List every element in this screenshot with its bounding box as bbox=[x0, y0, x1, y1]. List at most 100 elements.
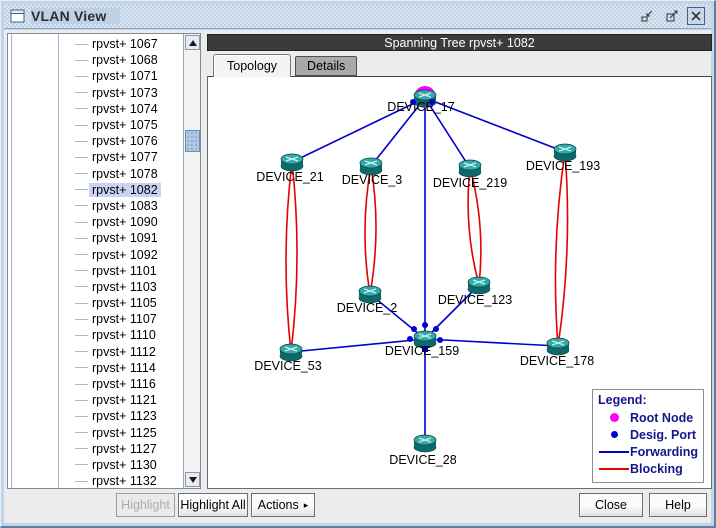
tree-item-rpvst-1082[interactable]: rpvst+ 1082 bbox=[8, 182, 183, 198]
tree-item-label: rpvst+ 1114 bbox=[89, 361, 159, 375]
tree-item-rpvst-1067[interactable]: rpvst+ 1067 bbox=[8, 36, 183, 52]
tree-item-label: rpvst+ 1076 bbox=[89, 134, 161, 148]
tree-item-label: rpvst+ 1101 bbox=[89, 264, 160, 278]
tree-connector bbox=[75, 157, 88, 158]
device-node-device_2[interactable]: DEVICE_2 bbox=[337, 286, 397, 315]
tree-item-rpvst-1112[interactable]: rpvst+ 1112 bbox=[8, 344, 183, 360]
legend-item-label: Root Node bbox=[630, 411, 693, 425]
window-icon bbox=[10, 9, 25, 24]
tree-item-rpvst-1092[interactable]: rpvst+ 1092 bbox=[8, 246, 183, 262]
tree-item-label: rpvst+ 1090 bbox=[89, 215, 161, 229]
help-button[interactable]: Help bbox=[649, 493, 707, 517]
tree-item-rpvst-1107[interactable]: rpvst+ 1107 bbox=[8, 311, 183, 327]
tree-item-rpvst-1075[interactable]: rpvst+ 1075 bbox=[8, 117, 183, 133]
device-node-device_123[interactable]: DEVICE_123 bbox=[438, 277, 512, 307]
blocking-link bbox=[558, 152, 568, 346]
tree-item-label: rpvst+ 1073 bbox=[89, 86, 161, 100]
scroll-up-button[interactable] bbox=[185, 35, 200, 50]
tree-item-rpvst-1132[interactable]: rpvst+ 1132 bbox=[8, 473, 183, 489]
device-label: DEVICE_17 bbox=[387, 100, 454, 114]
tree-item-rpvst-1090[interactable]: rpvst+ 1090 bbox=[8, 214, 183, 230]
designated-port-marker bbox=[411, 326, 417, 332]
device-node-device_193[interactable]: DEVICE_193 bbox=[526, 144, 600, 173]
designated-port-marker bbox=[433, 326, 439, 332]
actions-label: Actions bbox=[258, 498, 299, 512]
tree-item-rpvst-1076[interactable]: rpvst+ 1076 bbox=[8, 133, 183, 149]
tree-item-rpvst-1071[interactable]: rpvst+ 1071 bbox=[8, 68, 183, 84]
legend: Legend: Root NodeDesig. PortForwardingBl… bbox=[592, 389, 704, 483]
tree-item-label: rpvst+ 1075 bbox=[89, 118, 161, 132]
tree-item-label: rpvst+ 1078 bbox=[89, 167, 161, 181]
device-node-device_21[interactable]: DEVICE_21 bbox=[256, 154, 323, 184]
tree-item-label: rpvst+ 1091 bbox=[89, 231, 161, 245]
device-node-device_53[interactable]: DEVICE_53 bbox=[254, 344, 321, 373]
scroll-down-button[interactable] bbox=[185, 472, 200, 487]
device-node-device_17[interactable]: DEVICE_17 bbox=[387, 86, 454, 114]
titlebar[interactable]: VLAN View bbox=[4, 4, 711, 29]
highlight-button[interactable]: Highlight bbox=[116, 493, 175, 517]
device-node-device_3[interactable]: DEVICE_3 bbox=[342, 158, 402, 187]
tree-connector bbox=[75, 222, 88, 223]
tree-item-rpvst-1123[interactable]: rpvst+ 1123 bbox=[8, 408, 183, 424]
tree-item-rpvst-1077[interactable]: rpvst+ 1077 bbox=[8, 149, 183, 165]
tree-item-rpvst-1074[interactable]: rpvst+ 1074 bbox=[8, 101, 183, 117]
window-content: rpvst+ 1067rpvst+ 1068rpvst+ 1071 rpvst+ … bbox=[4, 30, 711, 523]
tree-item-label: rpvst+ 1110 bbox=[89, 328, 159, 342]
tree-connector bbox=[75, 303, 88, 304]
tree-item-rpvst-1091[interactable]: rpvst+ 1091 bbox=[8, 230, 183, 246]
tree-item-rpvst-1130[interactable]: rpvst+ 1130 bbox=[8, 457, 183, 473]
scrollbar-thumb[interactable] bbox=[185, 130, 200, 152]
device-label: DEVICE_21 bbox=[256, 170, 323, 184]
tree-item-rpvst-1127[interactable]: rpvst+ 1127 bbox=[8, 441, 183, 457]
tree-connector bbox=[75, 448, 88, 449]
device-node-device_159[interactable]: DEVICE_159 bbox=[385, 331, 459, 358]
tree-connector bbox=[75, 319, 88, 320]
tree-connector bbox=[75, 351, 88, 352]
tree-item-rpvst-1103[interactable]: rpvst+ 1103 bbox=[8, 279, 183, 295]
tree-item-rpvst-1116[interactable]: rpvst+ 1116 bbox=[8, 376, 183, 392]
legend-item-label: Blocking bbox=[630, 462, 683, 476]
tree-item-rpvst-1125[interactable]: rpvst+ 1125 bbox=[8, 425, 183, 441]
tree-item-rpvst-1114[interactable]: rpvst+ 1114 bbox=[8, 360, 183, 376]
tree-item-label: rpvst+ 1077 bbox=[89, 150, 161, 164]
legend-item-label: Desig. Port bbox=[630, 428, 696, 442]
tree-item-label: rpvst+ 1107 bbox=[89, 312, 160, 326]
tab-details[interactable]: Details bbox=[295, 56, 357, 76]
tree-item-rpvst-1078[interactable]: rpvst+ 1078 bbox=[8, 166, 183, 182]
tree-item-rpvst-1121[interactable]: rpvst+ 1121 bbox=[8, 392, 183, 408]
tree-item-rpvst-1073[interactable]: rpvst+ 1073 bbox=[8, 85, 183, 101]
vlan-tree-panel: rpvst+ 1067rpvst+ 1068rpvst+ 1071 rpvst+ … bbox=[7, 33, 201, 489]
tree-item-label: rpvst+ 1092 bbox=[89, 248, 161, 262]
close-button[interactable]: Close bbox=[579, 493, 643, 517]
close-window-button[interactable] bbox=[687, 7, 705, 25]
tree-connector bbox=[75, 44, 88, 45]
tree-item-label: rpvst+ 1121 bbox=[89, 393, 160, 407]
minimize-button[interactable] bbox=[639, 7, 657, 25]
tree-item-rpvst-1068[interactable]: rpvst+ 1068 bbox=[8, 52, 183, 68]
tree-item-rpvst-1101[interactable]: rpvst+ 1101 bbox=[8, 263, 183, 279]
highlight-all-button[interactable]: Highlight All bbox=[178, 493, 248, 517]
device-node-device_219[interactable]: DEVICE_219 bbox=[433, 160, 507, 190]
device-label: DEVICE_193 bbox=[526, 159, 600, 173]
tree-connector bbox=[75, 270, 88, 271]
topology-view: DEVICE_17 DEVICE_21 DEVICE_3 DEVICE_219 DEVI… bbox=[207, 76, 712, 489]
tree-connector bbox=[75, 464, 88, 465]
tree-connector bbox=[75, 205, 88, 206]
tree-item-label: rpvst+ 1083 bbox=[89, 199, 161, 213]
device-node-device_178[interactable]: DEVICE_178 bbox=[520, 338, 594, 368]
tree-item-rpvst-1083[interactable]: rpvst+ 1083 bbox=[8, 198, 183, 214]
tab-topology[interactable]: Topology bbox=[213, 54, 291, 77]
device-label: DEVICE_3 bbox=[342, 173, 402, 187]
tree-scrollbar[interactable] bbox=[183, 34, 200, 488]
maximize-button[interactable] bbox=[663, 7, 681, 25]
tree-item-label: rpvst+ 1125 bbox=[89, 426, 160, 440]
tree-item-rpvst-1110[interactable]: rpvst+ 1110 bbox=[8, 327, 183, 343]
tree-connector bbox=[75, 400, 88, 401]
device-node-device_28[interactable]: DEVICE_28 bbox=[389, 435, 456, 467]
tree-item-label: rpvst+ 1082 bbox=[89, 183, 161, 197]
designated-port-marker bbox=[437, 337, 443, 343]
legend-item-label: Forwarding bbox=[630, 445, 698, 459]
tree-connector bbox=[75, 125, 88, 126]
actions-button[interactable]: Actions▸ bbox=[251, 493, 315, 517]
tree-item-rpvst-1105[interactable]: rpvst+ 1105 bbox=[8, 295, 183, 311]
